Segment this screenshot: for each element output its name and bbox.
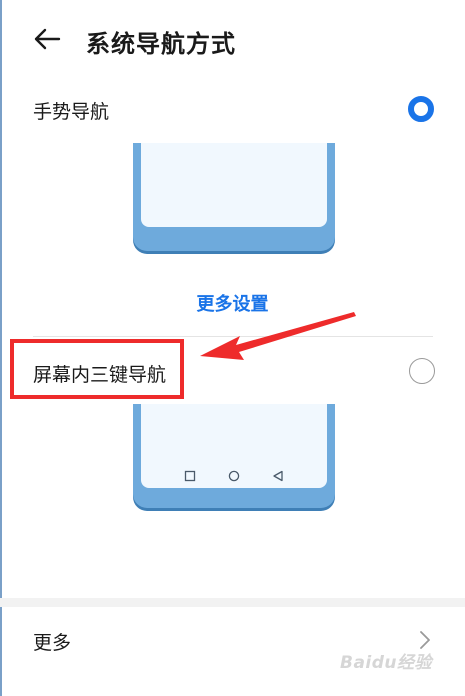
home-key-icon xyxy=(228,470,240,482)
back-key-icon xyxy=(273,470,283,482)
more-label: 更多 xyxy=(33,632,72,654)
phone-screen xyxy=(141,143,327,227)
back-arrow-icon[interactable] xyxy=(33,27,61,51)
three-key-nav-illustration xyxy=(133,404,335,512)
window-edge xyxy=(0,0,2,696)
annotation-arrow-icon xyxy=(200,312,356,360)
gesture-nav-label[interactable]: 手势导航 xyxy=(33,97,109,124)
header: 系统导航方式 xyxy=(0,0,465,80)
three-key-nav-radio[interactable] xyxy=(409,358,435,384)
watermark: Baidu经验 xyxy=(340,653,433,673)
highlight-box xyxy=(10,339,184,399)
gesture-nav-illustration xyxy=(133,143,335,253)
gesture-nav-radio[interactable] xyxy=(408,96,434,122)
page-title: 系统导航方式 xyxy=(86,30,236,58)
recent-apps-key-icon xyxy=(184,470,196,482)
section-separator xyxy=(0,598,465,607)
